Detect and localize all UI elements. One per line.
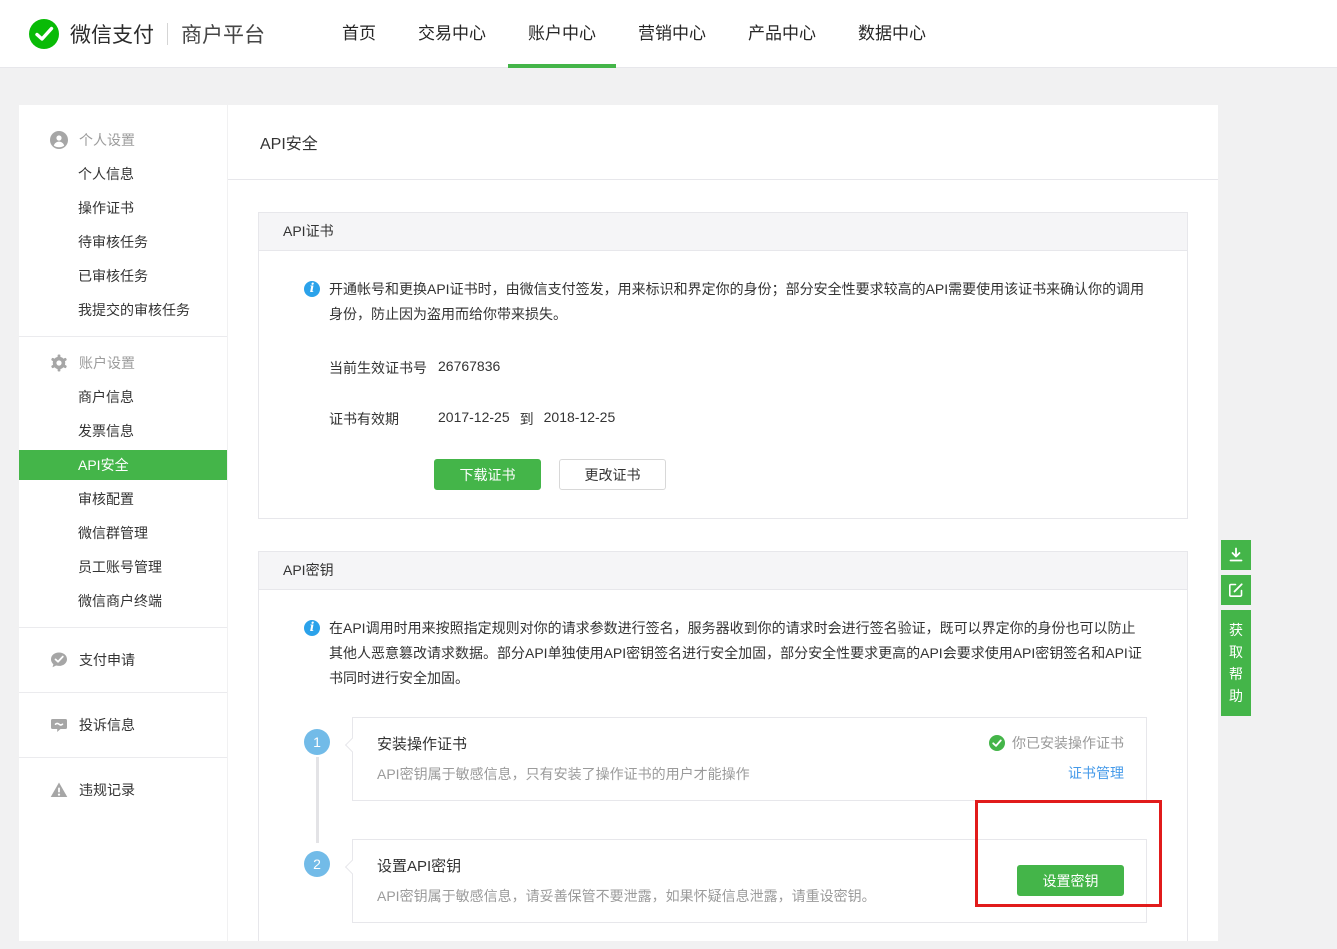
sidebar-item-review-config[interactable]: 审核配置	[19, 482, 227, 516]
chat-icon	[50, 716, 68, 734]
step-2-badge: 2	[304, 851, 330, 877]
validity-label: 证书有效期	[329, 409, 438, 429]
logo[interactable]: 微信支付 商户平台	[28, 18, 265, 50]
certificate-number-label: 当前生效证书号	[329, 358, 438, 378]
sidebar-item-staff-account-mgmt[interactable]: 员工账号管理	[19, 550, 227, 584]
sidebar-item-operation-cert[interactable]: 操作证书	[19, 191, 227, 225]
step-2-card: 设置API密钥 API密钥属于敏感信息，请妥善保管不要泄露，如果怀疑信息泄露，请…	[352, 839, 1147, 923]
certificate-management-link[interactable]: 证书管理	[989, 763, 1124, 783]
nav-item-account-center[interactable]: 账户中心	[528, 0, 596, 68]
sidebar: 个人设置 个人信息 操作证书 待审核任务 已审核任务 我提交的审核任务 账户设置…	[19, 105, 227, 941]
step-1-status-area: 你已安装操作证书 证书管理	[989, 733, 1124, 784]
success-check-icon	[989, 735, 1005, 751]
status-row: 你已安装操作证书	[989, 733, 1124, 753]
api-certificate-panel-title: API证书	[259, 213, 1187, 251]
step-install-cert: 1 安装操作证书 API密钥属于敏感信息，只有安装了操作证书的用户才能操作	[304, 717, 1147, 801]
sidebar-link-label: 违规记录	[79, 780, 135, 800]
floating-toolbar: 获取帮助	[1221, 540, 1251, 716]
sidebar-divider	[19, 627, 227, 628]
main-content: API安全 API证书 i 开通帐号和更换API证书时，由微信支付签发，用来标识…	[228, 105, 1218, 941]
download-tool-button[interactable]	[1221, 540, 1251, 570]
sidebar-item-wechat-merchant-terminal[interactable]: 微信商户终端	[19, 584, 227, 618]
sidebar-divider	[19, 692, 227, 693]
sidebar-item-merchant-info[interactable]: 商户信息	[19, 380, 227, 414]
sidebar-group-label: 账户设置	[79, 353, 135, 373]
set-api-key-button[interactable]: 设置密钥	[1017, 865, 1124, 896]
sidebar-item-pending-tasks[interactable]: 待审核任务	[19, 225, 227, 259]
step-set-api-key: 2 设置API密钥 API密钥属于敏感信息，请妥善保管不要泄露，如果怀疑信息泄露…	[304, 839, 1147, 923]
step-1-card: 安装操作证书 API密钥属于敏感信息，只有安装了操作证书的用户才能操作 你已安装…	[352, 717, 1147, 801]
top-header: 微信支付 商户平台 首页 交易中心 账户中心 营销中心 产品中心 数据中心	[0, 0, 1337, 68]
feedback-tool-button[interactable]	[1221, 575, 1251, 605]
nav-item-data-center[interactable]: 数据中心	[858, 0, 926, 68]
sidebar-group-personal-settings: 个人设置	[19, 123, 227, 157]
validity-to-word: 到	[520, 409, 534, 429]
sidebar-link-payment-application[interactable]: 支付申请	[19, 637, 227, 683]
download-icon	[1228, 547, 1244, 563]
sidebar-group-account-settings: 账户设置	[19, 346, 227, 380]
product-name: 商户平台	[181, 19, 265, 49]
sidebar-item-reviewed-tasks[interactable]: 已审核任务	[19, 259, 227, 293]
card-notch	[345, 738, 359, 752]
api-certificate-panel: API证书 i 开通帐号和更换API证书时，由微信支付签发，用来标识和界定你的身…	[258, 212, 1188, 519]
brand-name: 微信支付	[70, 19, 154, 49]
download-certificate-button[interactable]: 下载证书	[434, 459, 541, 490]
page-title: API安全	[260, 130, 318, 154]
nav-item-marketing-center[interactable]: 营销中心	[638, 0, 706, 68]
api-key-panel: API密钥 i 在API调用时用来按照指定规则对你的请求参数进行签名，服务器收到…	[258, 551, 1188, 941]
change-certificate-button[interactable]: 更改证书	[559, 459, 666, 490]
validity-to: 2018-12-25	[544, 409, 616, 429]
page-title-bar: API安全	[228, 105, 1218, 180]
step-1-texts: 安装操作证书 API密钥属于敏感信息，只有安装了操作证书的用户才能操作	[377, 733, 750, 784]
step-2-action-area: 设置密钥	[1017, 855, 1124, 906]
sidebar-divider	[19, 757, 227, 758]
nav-item-transaction-center[interactable]: 交易中心	[418, 0, 486, 68]
logo-divider	[167, 23, 168, 45]
step-1-desc: API密钥属于敏感信息，只有安装了操作证书的用户才能操作	[377, 764, 750, 784]
step-1-badge: 1	[304, 729, 330, 755]
sidebar-item-my-submitted-tasks[interactable]: 我提交的审核任务	[19, 293, 227, 327]
api-key-panel-body: i 在API调用时用来按照指定规则对你的请求参数进行签名，服务器收到你的请求时会…	[259, 590, 1187, 941]
sidebar-item-wechat-group-mgmt[interactable]: 微信群管理	[19, 516, 227, 550]
get-help-button[interactable]: 获取帮助	[1221, 610, 1251, 716]
certificate-info-row: i 开通帐号和更换API证书时，由微信支付签发，用来标识和界定你的身份；部分安全…	[304, 277, 1147, 327]
api-key-info-text: 在API调用时用来按照指定规则对你的请求参数进行签名，服务器收到你的请求时会进行…	[329, 616, 1147, 691]
cert-installed-status: 你已安装操作证书	[1012, 733, 1124, 753]
certificate-validity-row: 证书有效期 2017-12-25 到 2018-12-25	[304, 409, 1147, 429]
nav-item-product-center[interactable]: 产品中心	[748, 0, 816, 68]
sidebar-link-complaint-info[interactable]: 投诉信息	[19, 702, 227, 748]
certificate-actions: 下载证书 更改证书	[434, 459, 1147, 490]
api-key-panel-title: API密钥	[259, 552, 1187, 590]
api-key-steps: 1 安装操作证书 API密钥属于敏感信息，只有安装了操作证书的用户才能操作	[304, 717, 1147, 923]
step-1-title: 安装操作证书	[377, 733, 750, 754]
chat-check-icon	[50, 651, 68, 669]
sidebar-item-api-security[interactable]: API安全	[19, 450, 227, 480]
main-nav: 首页 交易中心 账户中心 营销中心 产品中心 数据中心	[342, 0, 926, 68]
wechat-pay-logo-icon	[28, 18, 60, 50]
step-2-desc: API密钥属于敏感信息，请妥善保管不要泄露，如果怀疑信息泄露，请重设密钥。	[377, 886, 876, 906]
api-certificate-panel-body: i 开通帐号和更换API证书时，由微信支付签发，用来标识和界定你的身份；部分安全…	[259, 251, 1187, 518]
sidebar-link-label: 支付申请	[79, 650, 135, 670]
step-2-title: 设置API密钥	[377, 855, 876, 876]
edit-icon	[1228, 582, 1244, 598]
info-icon: i	[304, 281, 320, 297]
nav-item-home[interactable]: 首页	[342, 0, 376, 68]
sidebar-link-label: 投诉信息	[79, 715, 135, 735]
sidebar-item-invoice-info[interactable]: 发票信息	[19, 414, 227, 448]
sidebar-link-violation-records[interactable]: 违规记录	[19, 767, 227, 813]
user-icon	[50, 131, 68, 149]
warning-icon	[50, 781, 68, 799]
card-notch	[345, 860, 359, 874]
current-certificate-row: 当前生效证书号 26767836	[304, 358, 1147, 378]
sidebar-item-personal-info[interactable]: 个人信息	[19, 157, 227, 191]
api-key-info-row: i 在API调用时用来按照指定规则对你的请求参数进行签名，服务器收到你的请求时会…	[304, 616, 1147, 691]
sidebar-group-label: 个人设置	[79, 130, 135, 150]
info-icon: i	[304, 620, 320, 636]
gear-icon	[50, 354, 68, 372]
sidebar-divider	[19, 336, 227, 337]
certificate-number-value: 26767836	[438, 358, 500, 378]
step-2-texts: 设置API密钥 API密钥属于敏感信息，请妥善保管不要泄露，如果怀疑信息泄露，请…	[377, 855, 876, 906]
validity-from: 2017-12-25	[438, 409, 510, 429]
certificate-info-text: 开通帐号和更换API证书时，由微信支付签发，用来标识和界定你的身份；部分安全性要…	[329, 277, 1147, 327]
